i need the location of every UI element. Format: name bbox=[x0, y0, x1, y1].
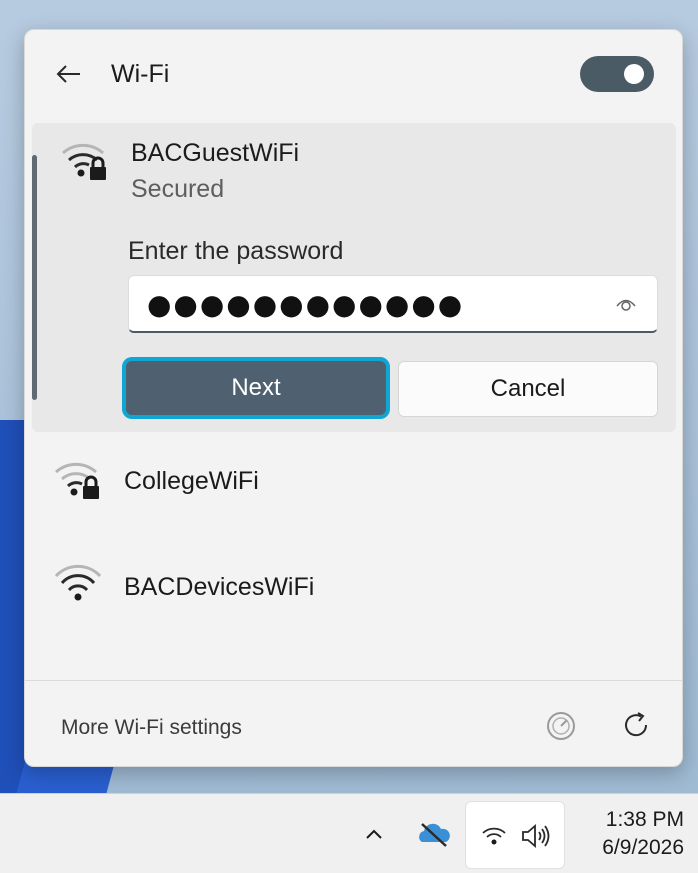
page-title: Wi-Fi bbox=[111, 60, 170, 88]
network-name: BACDevicesWiFi bbox=[124, 573, 315, 601]
network-name: CollegeWiFi bbox=[124, 467, 259, 495]
network-item-bacdeviceswifi[interactable]: BACDevicesWiFi bbox=[25, 548, 682, 628]
password-input[interactable]: ●●●●●●●●●●●● bbox=[128, 275, 658, 333]
wifi-flyout: Wi-Fi BACGuestWiFi Secured Enter the pas… bbox=[24, 29, 683, 767]
volume-icon bbox=[522, 824, 550, 848]
divider bbox=[25, 680, 682, 681]
wifi-secured-icon bbox=[55, 462, 99, 499]
next-button[interactable]: Next bbox=[122, 357, 390, 419]
toggle-knob bbox=[624, 64, 644, 84]
password-value: ●●●●●●●●●●●● bbox=[147, 288, 465, 321]
network-status: Secured bbox=[131, 175, 225, 203]
refresh-icon[interactable] bbox=[621, 710, 651, 740]
more-wifi-settings-link[interactable]: More Wi-Fi settings bbox=[61, 716, 242, 740]
wifi-icon bbox=[482, 827, 506, 845]
wifi-header: Wi-Fi bbox=[25, 30, 682, 120]
password-label: Enter the password bbox=[128, 237, 344, 265]
wifi-icon bbox=[54, 564, 102, 601]
back-button[interactable] bbox=[53, 58, 85, 90]
clock-date: 6/9/2026 bbox=[602, 836, 684, 859]
reveal-password-icon[interactable] bbox=[615, 295, 637, 313]
quick-settings-button[interactable] bbox=[465, 801, 565, 869]
taskbar: 1:38 PM 6/9/2026 bbox=[0, 793, 698, 873]
network-item-collegewifi[interactable]: CollegeWiFi bbox=[25, 442, 682, 522]
onedrive-icon[interactable] bbox=[416, 820, 452, 848]
arrow-left-icon bbox=[56, 65, 80, 83]
show-hidden-icons-chevron-up-icon[interactable] bbox=[360, 820, 388, 848]
network-speed-icon bbox=[547, 712, 575, 740]
network-item-bacguestwifi: BACGuestWiFi Secured Enter the password … bbox=[32, 123, 676, 432]
wifi-secured-icon bbox=[62, 143, 106, 180]
clock[interactable]: 1:38 PM 6/9/2026 bbox=[572, 806, 684, 862]
wifi-toggle[interactable] bbox=[580, 56, 654, 92]
network-name: BACGuestWiFi bbox=[131, 139, 300, 167]
clock-time: 1:38 PM bbox=[605, 808, 684, 831]
cancel-button[interactable]: Cancel bbox=[398, 361, 658, 417]
scrollbar[interactable] bbox=[32, 155, 37, 400]
